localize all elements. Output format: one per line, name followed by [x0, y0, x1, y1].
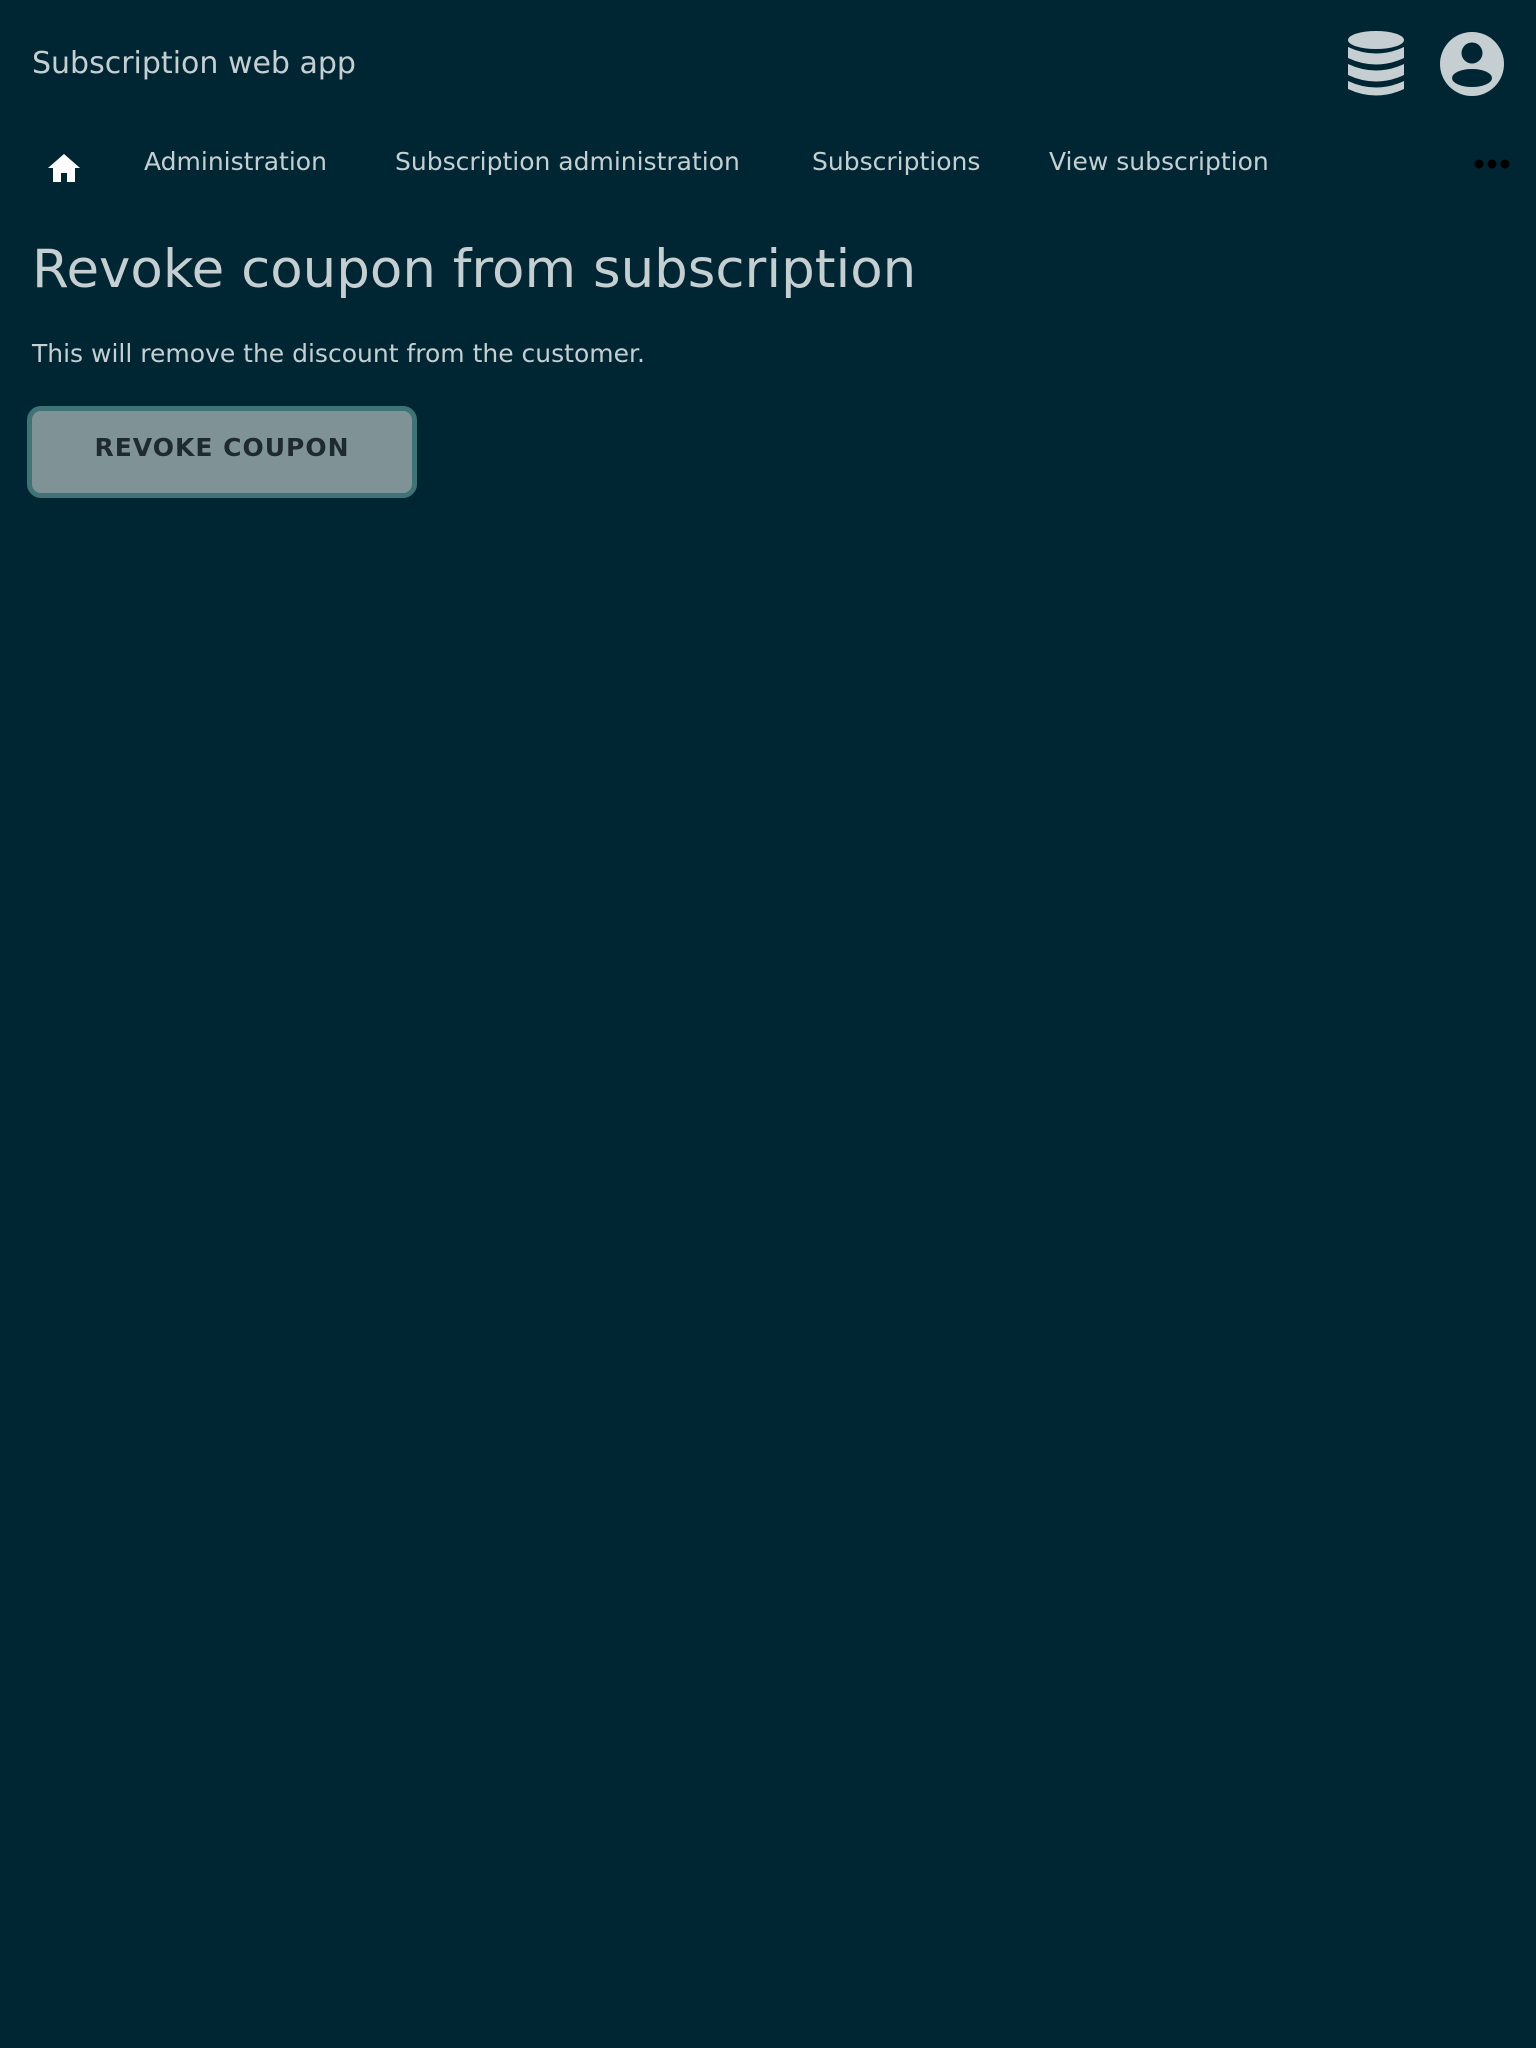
home-icon[interactable] [47, 152, 81, 184]
app-title[interactable]: Subscription web app [32, 40, 356, 88]
breadcrumb-item-view-subscription[interactable]: View subscription [1049, 144, 1269, 180]
breadcrumb: Administration Subscription administrati… [0, 138, 1536, 190]
breadcrumb-item-administration[interactable]: Administration [144, 144, 327, 180]
page-description: This will remove the discount from the c… [32, 339, 645, 368]
more-horizontal-icon[interactable] [1474, 158, 1510, 170]
page-title: Revoke coupon from subscription [32, 239, 917, 300]
database-icon[interactable] [1346, 30, 1406, 98]
revoke-coupon-button[interactable]: REVOKE COUPON [27, 406, 417, 498]
breadcrumb-item-subscriptions[interactable]: Subscriptions [812, 144, 980, 180]
breadcrumb-item-subscription-administration[interactable]: Subscription administration [395, 144, 740, 180]
account-circle-icon[interactable] [1438, 30, 1506, 98]
app-header: Subscription web app [0, 0, 1536, 128]
revoke-coupon-button-label: REVOKE COUPON [94, 432, 350, 462]
